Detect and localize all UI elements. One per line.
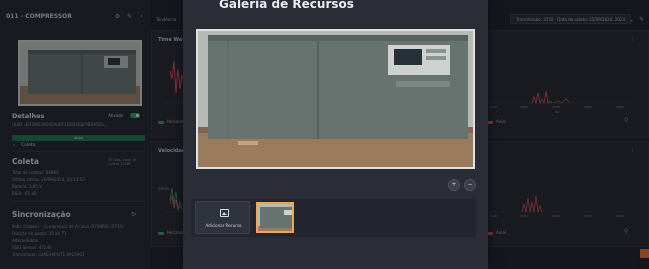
- zoom-out-button[interactable]: −: [464, 179, 476, 191]
- compressor-photo: [198, 31, 473, 167]
- resource-gallery-modal: Galeria de Recursos + − Adicionar Recurs…: [183, 0, 488, 269]
- image-add-icon: [220, 209, 229, 217]
- app-root: 011 - COMPRESSOR ⚙ ✎ ‹ Detalhes Ativado …: [0, 0, 649, 269]
- resource-thumbnail[interactable]: [256, 202, 294, 233]
- modal-title: Galeria de Recursos: [219, 0, 354, 11]
- selected-resource-image: [196, 29, 475, 169]
- add-resource-button[interactable]: Adicionar Recurso: [195, 201, 250, 234]
- add-resource-label: Adicionar Recurso: [205, 223, 242, 228]
- resource-thumbnail-strip: Adicionar Recurso: [191, 199, 476, 237]
- compressor-thumbnail: [258, 204, 292, 231]
- zoom-in-button[interactable]: +: [448, 179, 460, 191]
